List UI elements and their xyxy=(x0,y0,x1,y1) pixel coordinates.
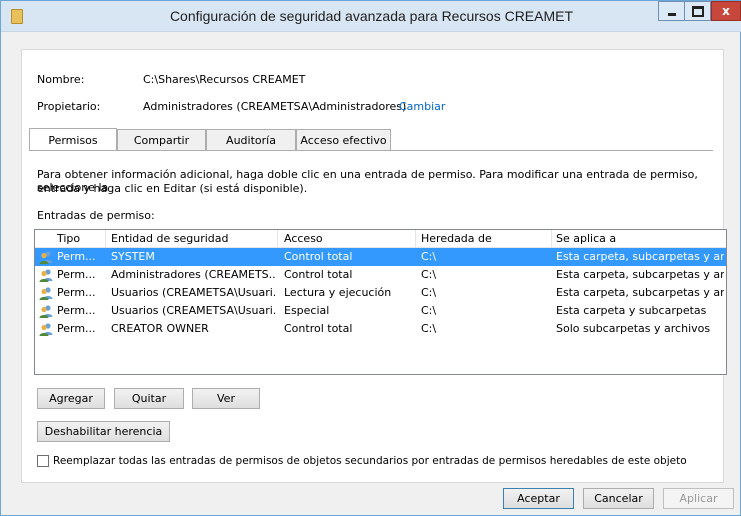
table-row[interactable]: Perm... SYSTEM Control total C:\ Esta ca… xyxy=(35,248,726,266)
users-icon xyxy=(39,305,53,318)
cell-principal: SYSTEM xyxy=(111,250,155,263)
apply-button[interactable]: Aplicar xyxy=(663,488,734,509)
tab-acceso-efectivo[interactable]: Acceso efectivo xyxy=(296,129,391,150)
users-icon xyxy=(39,323,53,336)
cell-applies: Esta carpeta, subcarpetas y arc... xyxy=(556,286,724,299)
users-icon xyxy=(39,269,53,282)
disable-inheritance-button[interactable]: Deshabilitar herencia xyxy=(37,421,170,442)
cell-type: Perm... xyxy=(57,322,96,335)
cell-access: Lectura y ejecución xyxy=(284,286,392,299)
cell-principal: Usuarios (CREAMETSA\Usuari... xyxy=(111,304,275,317)
table-row[interactable]: Perm... Usuarios (CREAMETSA\Usuari... Es… xyxy=(35,302,726,320)
list-header: Tipo Entidad de seguridad Acceso Heredad… xyxy=(35,230,726,248)
description-line-2: entrada y haga clic en Editar (si está d… xyxy=(37,182,308,195)
table-row[interactable]: Perm... CREATOR OWNER Control total C:\ … xyxy=(35,320,726,338)
cell-inherited: C:\ xyxy=(421,322,437,335)
tab-auditoria[interactable]: Auditoría xyxy=(206,129,296,150)
window-title: Configuración de seguridad avanzada para… xyxy=(169,8,574,24)
cell-type: Perm... xyxy=(57,268,96,281)
column-separator[interactable] xyxy=(415,230,416,247)
title-bar[interactable]: Configuración de seguridad avanzada para… xyxy=(1,1,741,32)
cell-principal: Administradores (CREAMETS... xyxy=(111,268,275,281)
cancel-button[interactable]: Cancelar xyxy=(583,488,654,509)
cell-access: Especial xyxy=(284,304,330,317)
close-button[interactable]: x xyxy=(711,1,741,21)
cell-access: Control total xyxy=(284,250,353,263)
cell-access: Control total xyxy=(284,322,353,335)
minimize-icon xyxy=(667,13,676,16)
cell-type: Perm... xyxy=(57,304,96,317)
cell-applies: Esta carpeta, subcarpetas y arc... xyxy=(556,268,724,281)
column-header-type[interactable]: Tipo xyxy=(57,232,80,245)
tab-compartir[interactable]: Compartir xyxy=(117,129,206,150)
column-header-principal[interactable]: Entidad de seguridad xyxy=(111,232,228,245)
users-icon xyxy=(39,251,53,264)
column-header-inherited[interactable]: Heredada de xyxy=(421,232,492,245)
dialog-window: Configuración de seguridad avanzada para… xyxy=(0,0,741,516)
add-button[interactable]: Agregar xyxy=(37,388,105,409)
cell-type: Perm... xyxy=(57,250,96,263)
table-row[interactable]: Perm... Usuarios (CREAMETSA\Usuari... Le… xyxy=(35,284,726,302)
cell-principal: Usuarios (CREAMETSA\Usuari... xyxy=(111,286,275,299)
cell-inherited: C:\ xyxy=(421,268,437,281)
name-value: C:\Shares\Recursos CREAMET xyxy=(143,73,306,86)
cell-inherited: C:\ xyxy=(421,250,437,263)
owner-value: Administradores (CREAMETSA\Administrador… xyxy=(143,100,407,113)
column-separator[interactable] xyxy=(551,230,552,247)
cell-inherited: C:\ xyxy=(421,304,437,317)
permission-entries-list[interactable]: Tipo Entidad de seguridad Acceso Heredad… xyxy=(34,229,727,375)
owner-label: Propietario: xyxy=(37,100,101,113)
column-header-access[interactable]: Acceso xyxy=(284,232,323,245)
column-header-applies[interactable]: Se aplica a xyxy=(556,232,616,245)
entries-label: Entradas de permiso: xyxy=(37,209,155,222)
name-label: Nombre: xyxy=(37,73,85,86)
minimize-button[interactable] xyxy=(658,1,685,21)
cell-principal: CREATOR OWNER xyxy=(111,322,209,335)
cell-applies: Solo subcarpetas y archivos xyxy=(556,322,711,335)
users-icon xyxy=(39,287,53,300)
tab-permisos[interactable]: Permisos xyxy=(29,128,117,151)
maximize-icon xyxy=(691,5,704,17)
cell-inherited: C:\ xyxy=(421,286,437,299)
replace-child-permissions-checkbox[interactable] xyxy=(37,455,49,467)
tab-divider xyxy=(29,150,713,151)
table-row[interactable]: Perm... Administradores (CREAMETS... Con… xyxy=(35,266,726,284)
column-separator[interactable] xyxy=(105,230,106,247)
remove-button[interactable]: Quitar xyxy=(114,388,184,409)
cell-access: Control total xyxy=(284,268,353,281)
view-button[interactable]: Ver xyxy=(192,388,260,409)
ok-button[interactable]: Aceptar xyxy=(503,488,574,509)
replace-child-permissions-label[interactable]: Reemplazar todas las entradas de permiso… xyxy=(53,455,687,467)
cell-applies: Esta carpeta, subcarpetas y arc... xyxy=(556,250,724,263)
cell-applies: Esta carpeta y subcarpetas xyxy=(556,304,707,317)
column-separator[interactable] xyxy=(277,230,278,247)
cell-type: Perm... xyxy=(57,286,96,299)
change-owner-link[interactable]: Cambiar xyxy=(399,100,445,113)
maximize-button[interactable] xyxy=(685,1,711,21)
close-icon: x xyxy=(722,4,730,18)
